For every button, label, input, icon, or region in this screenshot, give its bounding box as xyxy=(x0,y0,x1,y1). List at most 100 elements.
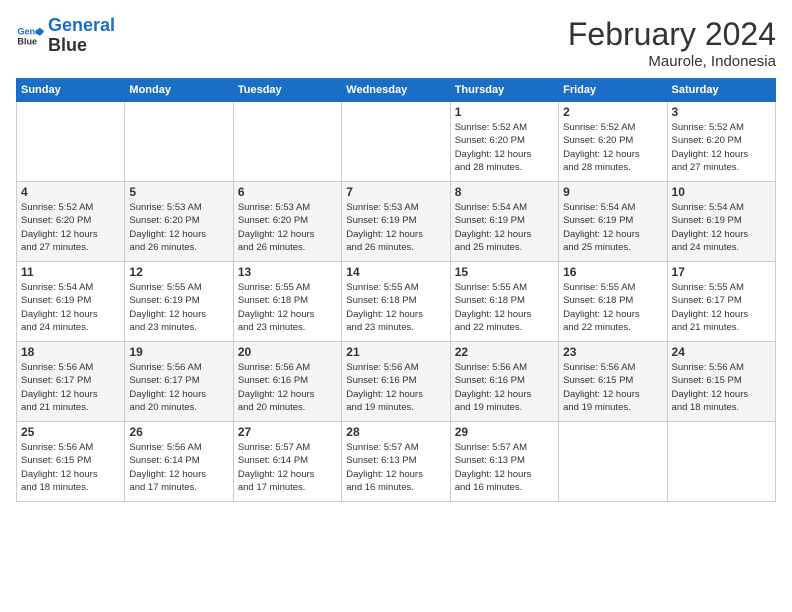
day-info: Sunrise: 5:53 AM Sunset: 6:20 PM Dayligh… xyxy=(129,201,228,254)
calendar-cell: 29 Sunrise: 5:57 AM Sunset: 6:13 PM Dayli… xyxy=(450,422,558,502)
calendar-cell: 22 Sunrise: 5:56 AM Sunset: 6:16 PM Dayli… xyxy=(450,342,558,422)
calendar-cell xyxy=(17,102,125,182)
day-info: Sunrise: 5:54 AM Sunset: 6:19 PM Dayligh… xyxy=(563,201,662,254)
day-info: Sunrise: 5:56 AM Sunset: 6:15 PM Dayligh… xyxy=(672,361,771,414)
calendar-cell xyxy=(233,102,341,182)
calendar-title: February 2024 xyxy=(568,16,776,53)
day-number: 4 xyxy=(21,185,120,199)
calendar-cell xyxy=(342,102,450,182)
calendar-cell: 2Sunrise: 5:52 AM Sunset: 6:20 PM Daylig… xyxy=(559,102,667,182)
calendar-week-row: 1Sunrise: 5:52 AM Sunset: 6:20 PM Daylig… xyxy=(17,102,776,182)
logo-icon: General Blue xyxy=(16,22,44,50)
calendar-cell: 6 Sunrise: 5:53 AM Sunset: 6:20 PM Daylig… xyxy=(233,182,341,262)
calendar-cell: 3 Sunrise: 5:52 AM Sunset: 6:20 PM Daylig… xyxy=(667,102,775,182)
day-info: Sunrise: 5:55 AM Sunset: 6:17 PM Dayligh… xyxy=(672,281,771,334)
day-info: Sunrise: 5:54 AM Sunset: 6:19 PM Dayligh… xyxy=(672,201,771,254)
day-info: Sunrise: 5:52 AM Sunset: 6:20 PM Dayligh… xyxy=(563,121,662,174)
calendar-cell: 15Sunrise: 5:55 AM Sunset: 6:18 PM Dayli… xyxy=(450,262,558,342)
day-info: Sunrise: 5:52 AM Sunset: 6:20 PM Dayligh… xyxy=(21,201,120,254)
day-number: 24 xyxy=(672,345,771,359)
calendar-cell: 13Sunrise: 5:55 AM Sunset: 6:18 PM Dayli… xyxy=(233,262,341,342)
calendar-cell xyxy=(125,102,233,182)
calendar-cell: 21Sunrise: 5:56 AM Sunset: 6:16 PM Dayli… xyxy=(342,342,450,422)
day-info: Sunrise: 5:53 AM Sunset: 6:20 PM Dayligh… xyxy=(238,201,337,254)
calendar-cell: 4 Sunrise: 5:52 AM Sunset: 6:20 PM Daylig… xyxy=(17,182,125,262)
calendar-table: SundayMondayTuesdayWednesdayThursdayFrid… xyxy=(16,78,776,502)
logo-line1: General xyxy=(48,15,115,35)
svg-text:Blue: Blue xyxy=(17,36,37,46)
calendar-cell: 8Sunrise: 5:54 AM Sunset: 6:19 PM Daylig… xyxy=(450,182,558,262)
day-header-tuesday: Tuesday xyxy=(233,79,341,102)
calendar-cell xyxy=(667,422,775,502)
day-number: 23 xyxy=(563,345,662,359)
day-number: 17 xyxy=(672,265,771,279)
day-info: Sunrise: 5:54 AM Sunset: 6:19 PM Dayligh… xyxy=(21,281,120,334)
calendar-week-row: 25Sunrise: 5:56 AM Sunset: 6:15 PM Dayli… xyxy=(17,422,776,502)
calendar-week-row: 11 Sunrise: 5:54 AM Sunset: 6:19 PM Dayli… xyxy=(17,262,776,342)
day-number: 21 xyxy=(346,345,445,359)
day-number: 27 xyxy=(238,425,337,439)
calendar-cell: 27 Sunrise: 5:57 AM Sunset: 6:14 PM Dayli… xyxy=(233,422,341,502)
day-info: Sunrise: 5:55 AM Sunset: 6:18 PM Dayligh… xyxy=(455,281,554,334)
calendar-cell: 1Sunrise: 5:52 AM Sunset: 6:20 PM Daylig… xyxy=(450,102,558,182)
calendar-cell: 16Sunrise: 5:55 AM Sunset: 6:18 PM Dayli… xyxy=(559,262,667,342)
day-number: 26 xyxy=(129,425,228,439)
day-info: Sunrise: 5:55 AM Sunset: 6:19 PM Dayligh… xyxy=(129,281,228,334)
day-number: 3 xyxy=(672,105,771,119)
calendar-cell: 10 Sunrise: 5:54 AM Sunset: 6:19 PM Dayli… xyxy=(667,182,775,262)
day-number: 8 xyxy=(455,185,554,199)
day-info: Sunrise: 5:55 AM Sunset: 6:18 PM Dayligh… xyxy=(238,281,337,334)
day-info: Sunrise: 5:56 AM Sunset: 6:15 PM Dayligh… xyxy=(563,361,662,414)
day-number: 6 xyxy=(238,185,337,199)
page-header: General Blue General Blue February 2024 … xyxy=(16,16,776,70)
day-info: Sunrise: 5:56 AM Sunset: 6:15 PM Dayligh… xyxy=(21,441,120,494)
logo-line2: Blue xyxy=(48,36,115,56)
logo: General Blue General Blue xyxy=(16,16,115,56)
calendar-cell: 9 Sunrise: 5:54 AM Sunset: 6:19 PM Daylig… xyxy=(559,182,667,262)
day-header-saturday: Saturday xyxy=(667,79,775,102)
calendar-cell: 19Sunrise: 5:56 AM Sunset: 6:17 PM Dayli… xyxy=(125,342,233,422)
day-info: Sunrise: 5:52 AM Sunset: 6:20 PM Dayligh… xyxy=(672,121,771,174)
calendar-cell: 14 Sunrise: 5:55 AM Sunset: 6:18 PM Dayli… xyxy=(342,262,450,342)
day-header-friday: Friday xyxy=(559,79,667,102)
calendar-header-row: SundayMondayTuesdayWednesdayThursdayFrid… xyxy=(17,79,776,102)
day-info: Sunrise: 5:56 AM Sunset: 6:17 PM Dayligh… xyxy=(21,361,120,414)
day-info: Sunrise: 5:56 AM Sunset: 6:17 PM Dayligh… xyxy=(129,361,228,414)
day-number: 20 xyxy=(238,345,337,359)
day-number: 22 xyxy=(455,345,554,359)
calendar-cell xyxy=(559,422,667,502)
day-number: 14 xyxy=(346,265,445,279)
day-header-wednesday: Wednesday xyxy=(342,79,450,102)
day-header-monday: Monday xyxy=(125,79,233,102)
calendar-week-row: 18 Sunrise: 5:56 AM Sunset: 6:17 PM Dayli… xyxy=(17,342,776,422)
day-header-sunday: Sunday xyxy=(17,79,125,102)
day-info: Sunrise: 5:57 AM Sunset: 6:13 PM Dayligh… xyxy=(455,441,554,494)
calendar-cell: 17 Sunrise: 5:55 AM Sunset: 6:17 PM Dayli… xyxy=(667,262,775,342)
day-header-thursday: Thursday xyxy=(450,79,558,102)
calendar-cell: 23 Sunrise: 5:56 AM Sunset: 6:15 PM Dayli… xyxy=(559,342,667,422)
calendar-cell: 26Sunrise: 5:56 AM Sunset: 6:14 PM Dayli… xyxy=(125,422,233,502)
calendar-subtitle: Maurole, Indonesia xyxy=(568,53,776,70)
day-number: 11 xyxy=(21,265,120,279)
day-info: Sunrise: 5:55 AM Sunset: 6:18 PM Dayligh… xyxy=(346,281,445,334)
day-info: Sunrise: 5:57 AM Sunset: 6:13 PM Dayligh… xyxy=(346,441,445,494)
calendar-cell: 18 Sunrise: 5:56 AM Sunset: 6:17 PM Dayli… xyxy=(17,342,125,422)
day-number: 18 xyxy=(21,345,120,359)
day-info: Sunrise: 5:52 AM Sunset: 6:20 PM Dayligh… xyxy=(455,121,554,174)
day-info: Sunrise: 5:57 AM Sunset: 6:14 PM Dayligh… xyxy=(238,441,337,494)
day-number: 12 xyxy=(129,265,228,279)
day-number: 29 xyxy=(455,425,554,439)
title-block: February 2024 Maurole, Indonesia xyxy=(568,16,776,70)
calendar-cell: 12 Sunrise: 5:55 AM Sunset: 6:19 PM Dayli… xyxy=(125,262,233,342)
day-info: Sunrise: 5:56 AM Sunset: 6:16 PM Dayligh… xyxy=(455,361,554,414)
day-info: Sunrise: 5:53 AM Sunset: 6:19 PM Dayligh… xyxy=(346,201,445,254)
calendar-cell: 7 Sunrise: 5:53 AM Sunset: 6:19 PM Daylig… xyxy=(342,182,450,262)
day-number: 7 xyxy=(346,185,445,199)
calendar-cell: 24 Sunrise: 5:56 AM Sunset: 6:15 PM Dayli… xyxy=(667,342,775,422)
day-info: Sunrise: 5:56 AM Sunset: 6:16 PM Dayligh… xyxy=(238,361,337,414)
calendar-body: 1Sunrise: 5:52 AM Sunset: 6:20 PM Daylig… xyxy=(17,102,776,502)
day-number: 9 xyxy=(563,185,662,199)
calendar-cell: 20 Sunrise: 5:56 AM Sunset: 6:16 PM Dayli… xyxy=(233,342,341,422)
day-info: Sunrise: 5:55 AM Sunset: 6:18 PM Dayligh… xyxy=(563,281,662,334)
day-number: 10 xyxy=(672,185,771,199)
